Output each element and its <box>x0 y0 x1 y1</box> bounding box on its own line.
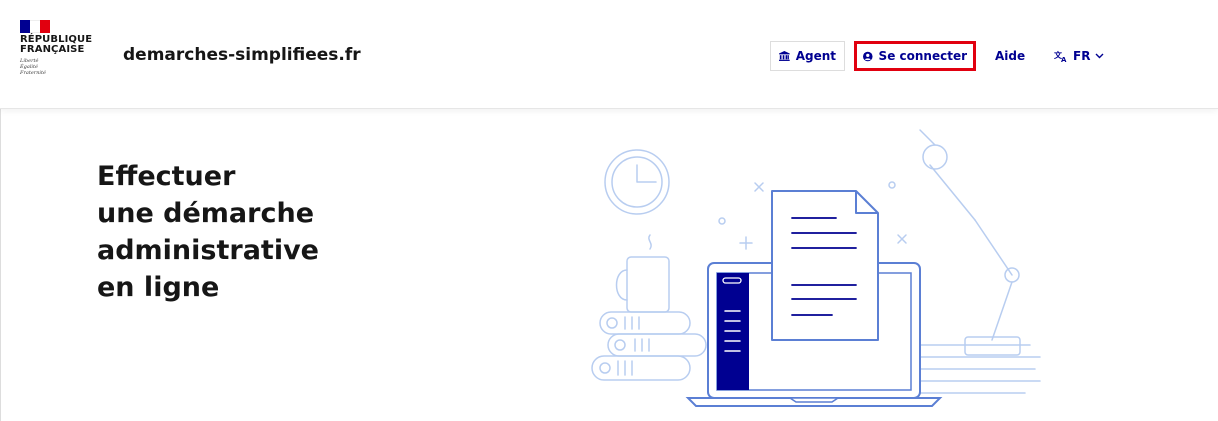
hero-title-line: une démarche <box>97 198 315 229</box>
se-connecter-label: Se connecter <box>878 49 967 63</box>
logo-motto: Liberté Égalité Fraternité <box>20 58 46 76</box>
government-building-icon <box>779 51 790 61</box>
chevron-down-icon <box>1095 53 1104 59</box>
language-label: FR <box>1073 49 1091 63</box>
logo-title: RÉPUBLIQUE FRANÇAISE <box>20 34 93 55</box>
user-circle-icon <box>863 51 873 61</box>
language-selector[interactable]: 文 A FR <box>1054 41 1114 71</box>
agent-label: Agent <box>795 49 836 63</box>
site-name-link[interactable]: demarches-simplifiees.fr <box>123 45 361 65</box>
site-header: RÉPUBLIQUE FRANÇAISE Liberté Égalité Fra… <box>0 0 1218 109</box>
hero-title-line: administrative <box>97 235 319 266</box>
french-flag-icon <box>20 20 50 33</box>
hero-illustration <box>591 129 1041 407</box>
aide-label: Aide <box>995 49 1026 63</box>
agent-button[interactable]: Agent <box>770 41 845 71</box>
svg-text:A: A <box>1061 56 1067 62</box>
se-connecter-button[interactable]: Se connecter <box>854 41 976 71</box>
aide-link[interactable]: Aide <box>995 41 1030 71</box>
mug-icon <box>615 234 670 313</box>
hero-title-line: en ligne <box>97 272 220 303</box>
hero-title-line: Effectuer <box>97 161 236 192</box>
document-icon <box>771 190 879 341</box>
republique-francaise-logo[interactable]: RÉPUBLIQUE FRANÇAISE Liberté Égalité Fra… <box>20 20 110 90</box>
hero-title: Effectuer une démarche administrative en… <box>97 158 397 306</box>
translate-icon: 文 A <box>1054 50 1067 62</box>
clock-icon <box>604 149 670 215</box>
lamp-icon <box>919 129 1021 356</box>
books-icon <box>591 311 707 381</box>
